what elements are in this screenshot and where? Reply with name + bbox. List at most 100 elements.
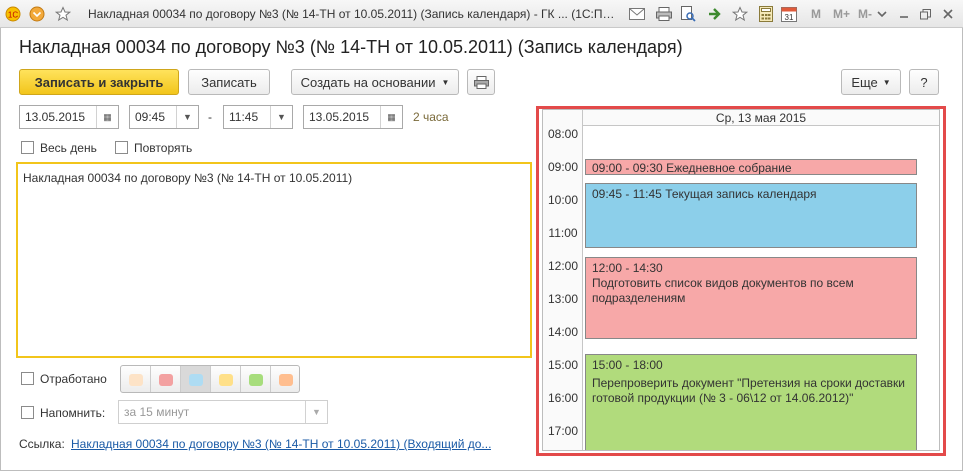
duration-label: 2 часа [413, 110, 449, 124]
svg-text:1С: 1С [8, 11, 18, 20]
start-date-field[interactable]: 13.05.2015 ▦ [19, 105, 119, 129]
app-logo-icon[interactable]: 1С [4, 5, 22, 23]
hour-label: 17:00 [547, 424, 579, 438]
link-label: Ссылка: [19, 437, 65, 451]
done-checkbox[interactable] [21, 372, 34, 385]
print-icon [473, 75, 489, 89]
chevron-down-icon: ▼ [441, 77, 450, 87]
close-icon[interactable] [940, 5, 956, 23]
minimize-icon[interactable] [896, 5, 912, 23]
day-header: Ср, 13 мая 2015 [583, 110, 939, 126]
create-based-on-label: Создать на основании [300, 74, 436, 90]
calendar-icon[interactable]: 31 [780, 5, 798, 23]
create-based-on-button[interactable]: Создать на основании ▼ [291, 69, 459, 95]
start-time-field[interactable]: 09:45 ▼ [129, 105, 199, 129]
color-option-5[interactable] [241, 366, 271, 392]
calendar-picker-icon[interactable]: ▦ [96, 106, 118, 128]
color-option-2[interactable] [151, 366, 181, 392]
form-window: Накладная 00034 по договору №3 (№ 14-ТН … [0, 28, 963, 471]
calendar-event-current[interactable]: 09:45 - 11:45 Текущая запись календаря [585, 183, 917, 248]
color-option-1[interactable] [121, 366, 151, 392]
memory-m-button[interactable]: М [811, 7, 821, 21]
calendar-event[interactable]: 15:00 - 18:00 Перепроверить документ "Пр… [585, 354, 917, 450]
hour-label: 16:00 [547, 391, 579, 405]
day-calendar-panel: Ср, 13 мая 2015 08:00 09:00 10:00 11:00 … [536, 106, 946, 456]
more-label: Еще [851, 74, 878, 90]
color-swatch [249, 374, 263, 386]
print-icon[interactable] [655, 5, 673, 23]
hour-label: 10:00 [547, 193, 579, 207]
restore-icon[interactable] [917, 5, 933, 23]
chevron-down-icon[interactable]: ▼ [305, 401, 327, 423]
description-textarea[interactable]: Накладная 00034 по договору №3 (№ 14-ТН … [16, 162, 532, 358]
remind-checkbox[interactable] [21, 406, 34, 419]
preview-icon[interactable] [679, 5, 697, 23]
remind-select-value: за 15 минут [124, 405, 190, 419]
chevron-down-icon[interactable]: ▼ [270, 106, 292, 128]
event-text: Ежедневное собрание [666, 161, 792, 175]
hour-column: 08:00 09:00 10:00 11:00 12:00 13:00 14:0… [543, 110, 583, 450]
save-and-close-button[interactable]: Записать и закрыть [19, 69, 179, 95]
remind-select[interactable]: за 15 минут ▼ [118, 400, 328, 424]
svg-text:31: 31 [785, 13, 794, 22]
color-swatch [279, 374, 293, 386]
calendar-event[interactable]: 09:00 - 09:30 Ежедневное собрание [585, 159, 917, 175]
end-date-value: 13.05.2015 [309, 110, 370, 124]
color-picker [120, 365, 300, 393]
end-time-value: 11:45 [229, 110, 259, 124]
hour-label: 12:00 [547, 259, 579, 273]
all-day-checkbox[interactable] [21, 141, 34, 154]
calculator-icon[interactable] [757, 5, 775, 23]
chevron-down-icon[interactable]: ▼ [176, 106, 198, 128]
start-date-value: 13.05.2015 [25, 110, 86, 124]
color-swatch [219, 374, 233, 386]
event-time: 09:45 - 11:45 [592, 187, 662, 201]
forward-icon[interactable] [707, 5, 725, 23]
bookmark-star-icon[interactable] [731, 5, 749, 23]
favorite-star-icon[interactable] [54, 5, 72, 23]
end-time-field[interactable]: 11:45 ▼ [223, 105, 293, 129]
event-time: 12:00 - 14:30 [592, 261, 663, 275]
menu-dropdown-icon[interactable] [28, 5, 46, 23]
hour-label: 13:00 [547, 292, 579, 306]
color-swatch [159, 374, 173, 386]
event-time: 15:00 - 18:00 [592, 358, 663, 372]
day-grid: Ср, 13 мая 2015 08:00 09:00 10:00 11:00 … [542, 109, 940, 451]
color-swatch [189, 374, 203, 386]
page-title: Накладная 00034 по договору №3 (№ 14-ТН … [19, 37, 683, 57]
hour-label: 11:00 [548, 226, 578, 240]
calendar-event[interactable]: 12:00 - 14:30 Подготовить список видов д… [585, 257, 917, 339]
start-time-value: 09:45 [135, 110, 166, 124]
help-button[interactable]: ? [909, 69, 939, 95]
more-button[interactable]: Еще ▼ [841, 69, 901, 95]
chevron-down-icon: ▼ [882, 77, 891, 87]
save-button[interactable]: Записать [188, 69, 270, 95]
hour-label: 15:00 [547, 358, 579, 372]
end-date-field[interactable]: 13.05.2015 ▦ [303, 105, 403, 129]
remind-label: Напомнить: [40, 406, 106, 420]
repeat-checkbox[interactable] [115, 141, 128, 154]
chevron-down-icon[interactable] [875, 5, 889, 23]
document-link[interactable]: Накладная 00034 по договору №3 (№ 14-ТН … [71, 437, 491, 451]
all-day-label: Весь день [40, 141, 97, 155]
memory-minus-button[interactable]: М- [858, 7, 872, 21]
memory-plus-button[interactable]: М+ [833, 7, 850, 21]
print-button[interactable] [467, 69, 495, 95]
color-option-6[interactable] [271, 366, 300, 392]
hour-label: 08:00 [547, 127, 579, 141]
color-swatch [129, 374, 143, 386]
calendar-picker-icon[interactable]: ▦ [380, 106, 402, 128]
event-time: 09:00 - 09:30 [592, 161, 663, 175]
hour-label: 14:00 [547, 325, 579, 339]
done-label: Отработано [40, 372, 107, 386]
mail-icon[interactable] [628, 5, 646, 23]
repeat-label: Повторять [134, 141, 193, 155]
description-text: Накладная 00034 по договору №3 (№ 14-ТН … [23, 171, 353, 185]
title-bar: 1С Накладная 00034 по договору №3 (№ 14-… [0, 0, 963, 28]
color-option-4[interactable] [211, 366, 241, 392]
color-option-3-selected[interactable] [181, 366, 211, 392]
event-text: Подготовить список видов документов по в… [592, 276, 854, 305]
hour-label: 09:00 [547, 160, 579, 174]
window-title: Накладная 00034 по договору №3 (№ 14-ТН … [88, 7, 618, 21]
event-text: Текущая запись календаря [665, 187, 817, 201]
